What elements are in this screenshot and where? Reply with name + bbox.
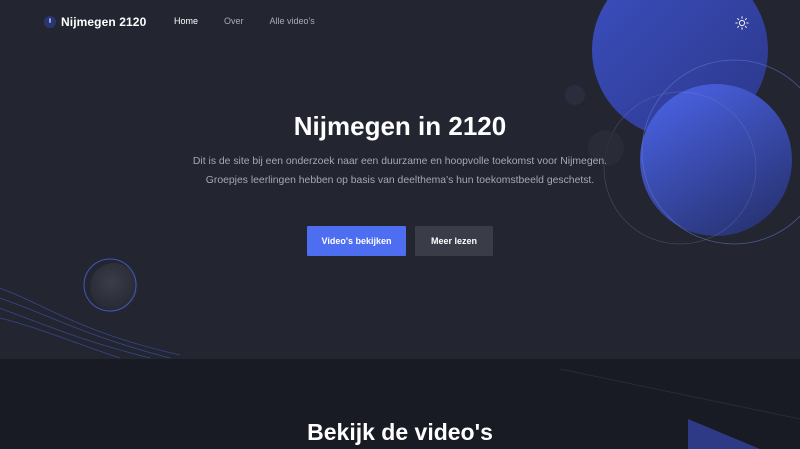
videos-section-title: Bekijk de video's	[307, 419, 493, 445]
outline-circle-right	[641, 59, 800, 245]
watch-videos-button[interactable]: Video's bekijken	[307, 226, 406, 256]
hero-description: Dit is de site bij een onderzoek naar ee…	[192, 156, 608, 186]
wave-lines-left	[0, 287, 181, 359]
site-header: Nijmegen 2120 Home Over Alle video's	[0, 0, 800, 46]
read-more-button[interactable]: Meer lezen	[415, 226, 493, 256]
nav-item-over[interactable]: Over	[224, 16, 244, 26]
orb-left	[90, 263, 138, 311]
sun-icon	[735, 16, 749, 30]
blue-circle-right	[640, 84, 792, 236]
main-nav: Home Over Alle video's	[174, 16, 341, 26]
hero-title: Nijmegen in 2120	[293, 111, 507, 141]
logo-clock-icon	[44, 16, 56, 28]
small-dot-top	[565, 85, 585, 105]
site-logo[interactable]: Nijmegen 2120	[44, 15, 146, 29]
theme-toggle-button[interactable]	[734, 15, 750, 31]
nav-item-home[interactable]: Home	[174, 16, 198, 26]
orb-left-ring	[83, 258, 137, 312]
videos-section: Bekijk de video's	[0, 359, 800, 449]
nav-item-all-videos[interactable]: Alle video's	[270, 16, 315, 26]
site-name: Nijmegen 2120	[61, 15, 147, 29]
